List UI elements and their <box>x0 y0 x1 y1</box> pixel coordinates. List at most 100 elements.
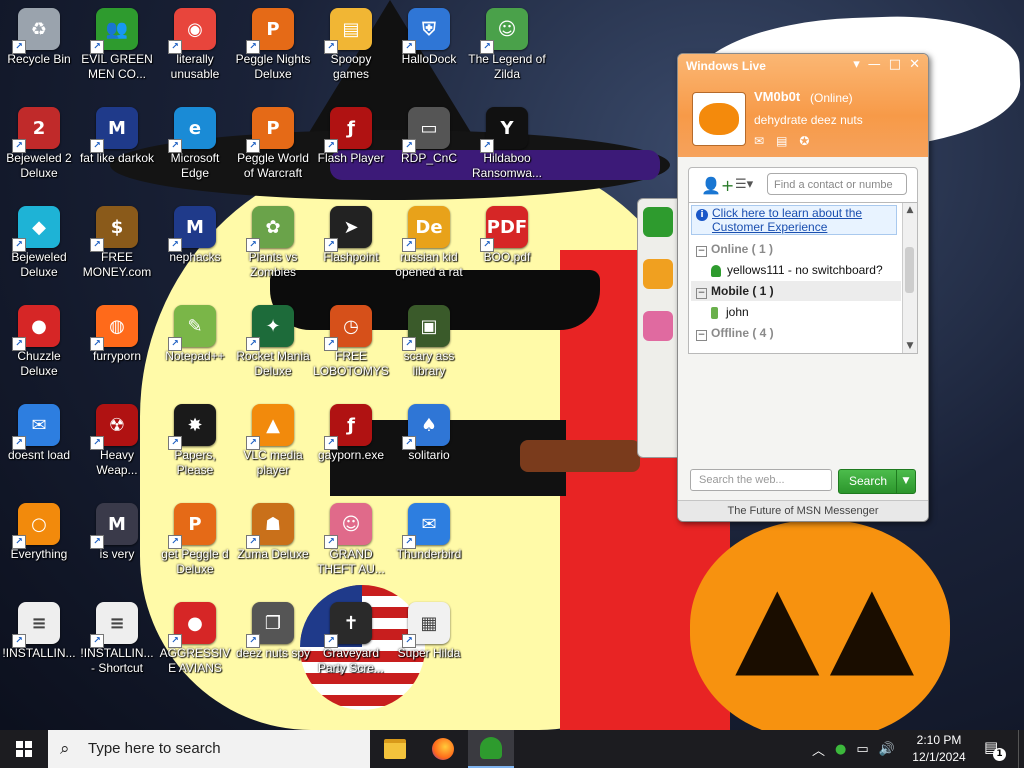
promo-link-text[interactable]: Click here to learn about the Customer E… <box>712 206 862 234</box>
desktop-icon[interactable]: ✸ ↗ Papers, Please <box>156 398 234 478</box>
desktop-icon[interactable]: De ↗ russian kid opened a rat <box>390 200 468 280</box>
desktop-icon[interactable]: P ↗ get Peggle d Deluxe <box>156 497 234 577</box>
desktop-icon[interactable]: ♻ ↗ Recycle Bin <box>0 2 78 67</box>
gifts-tab-icon[interactable] <box>643 311 673 341</box>
zuma-icon: ☗ ↗ <box>246 503 294 549</box>
desktop-icon[interactable]: ▦ ↗ Super Hilda <box>390 596 468 661</box>
taskbar-file-explorer[interactable] <box>372 730 418 768</box>
scroll-down-icon[interactable]: ▼ <box>903 339 917 353</box>
desktop-icon[interactable]: P ↗ Peggle World of Warcraft <box>234 101 312 181</box>
minimize-button[interactable]: — <box>868 57 881 72</box>
desktop-icon[interactable]: ▣ ↗ scary ass library <box>390 299 468 379</box>
contact-item[interactable]: yellows111 - no switchboard? <box>711 260 883 280</box>
clock[interactable]: 2:10 PM 12/1/2024 <box>902 732 976 766</box>
list-options-icon[interactable]: ☰▾ <box>735 177 753 192</box>
collapse-icon[interactable]: − <box>696 330 707 341</box>
find-contact-input[interactable]: Find a contact or numbe <box>767 173 907 195</box>
desktop-icon[interactable]: M ↗ nephacks <box>156 200 234 265</box>
chevron-up-icon[interactable]: ︿ <box>812 740 825 759</box>
desktop-icon-label: FREE MONEY.com <box>82 250 152 279</box>
desktop-icon[interactable]: ▭ ↗ RDP_CnC <box>390 101 468 166</box>
desktop-icon[interactable]: ⛨ ↗ HalloDock <box>390 2 468 67</box>
msn-buddy-icon: 👥 ↗ <box>90 8 138 54</box>
window-stack-icon: ❐ ↗ <box>246 602 294 648</box>
group-offline[interactable]: − Offline ( 4 ) <box>691 323 901 343</box>
desktop-icon[interactable]: M ↗ is very <box>78 497 156 562</box>
desktop-icon[interactable]: ❐ ↗ deez nuts spy <box>234 596 312 661</box>
clock-icon: ◷ ↗ <box>324 305 372 351</box>
customer-experience-link[interactable]: i Click here to learn about the Customer… <box>691 205 897 235</box>
personal-message[interactable]: dehydrate deez nuts <box>754 113 863 127</box>
desktop-icon[interactable]: 👥 ↗ EVIL GREEN MEN CO... <box>78 2 156 82</box>
collapse-icon[interactable]: − <box>696 246 707 257</box>
desktop-icon[interactable]: PDF ↗ BOO.pdf <box>468 200 546 265</box>
desktop-icon[interactable]: ☺ ↗ The Legend of Zilda <box>468 2 546 82</box>
desktop-icon[interactable]: ◉ ↗ literally unusable <box>156 2 234 82</box>
desktop-icon[interactable]: P ↗ Peggle Nights Deluxe <box>234 2 312 82</box>
show-desktop-button[interactable] <box>1018 730 1024 768</box>
user-display-name[interactable]: VM0b0t <box>754 89 800 104</box>
desktop-icon[interactable]: ▤ ↗ Spoopy games <box>312 2 390 82</box>
avatar[interactable] <box>692 92 746 146</box>
web-search-input[interactable]: Search the web... <box>690 469 832 491</box>
desktop-icon[interactable]: ♠ ↗ solitario <box>390 398 468 463</box>
desktop-icon[interactable]: ✦ ↗ Rocket Mania Deluxe <box>234 299 312 379</box>
desktop-icon[interactable]: Y ↗ Hildaboo Ransomwa... <box>468 101 546 181</box>
desktop-icon[interactable]: ◆ ↗ Bejeweled Deluxe <box>0 200 78 280</box>
desktop-icon[interactable]: ◍ ↗ furryporn <box>78 299 156 364</box>
menu-dropdown-icon[interactable]: ▾ <box>853 57 860 72</box>
desktop-icon[interactable]: ☺ ↗ GRAND THEFT AU... <box>312 497 390 577</box>
desktop-icon[interactable]: ☗ ↗ Zuma Deluxe <box>234 497 312 562</box>
taskbar-search-box[interactable]: ⌕ Type here to search <box>48 730 370 768</box>
add-contact-icon[interactable]: 👤+ <box>701 176 734 195</box>
msn-tray-icon[interactable]: ● <box>835 742 846 757</box>
start-button[interactable] <box>0 730 48 768</box>
desktop-icon[interactable]: ✉ ↗ Thunderbird <box>390 497 468 562</box>
xbox-icon[interactable]: ✪ <box>799 134 809 148</box>
desktop-icon[interactable]: ● ↗ AGGRESSIVE AVIANS <box>156 596 234 676</box>
messenger-footer[interactable]: The Future of MSN Messenger <box>678 500 928 521</box>
desktop-icon[interactable]: $ ↗ FREE MONEY.com <box>78 200 156 280</box>
desktop-icon[interactable]: ƒ ↗ gayporn.exe <box>312 398 390 463</box>
desktop-icon[interactable]: ✉ ↗ doesnt load <box>0 398 78 463</box>
desktop-icon[interactable]: ✿ ↗ Plants vs Zombies <box>234 200 312 280</box>
taskbar-messenger[interactable] <box>468 730 514 768</box>
alerts-bell-icon[interactable] <box>643 259 673 289</box>
close-button[interactable]: ✕ <box>909 57 920 72</box>
search-button[interactable]: Search <box>838 469 898 494</box>
desktop-icon[interactable]: ≡ ↗ !INSTALLIN... <box>0 596 78 661</box>
contacts-tab-icon[interactable] <box>643 207 673 237</box>
desktop-icon[interactable]: ƒ ↗ Flash Player <box>312 101 390 166</box>
desktop-icon[interactable]: ● ↗ Chuzzle Deluxe <box>0 299 78 379</box>
search-ring-icon: ○ ↗ <box>12 503 60 549</box>
taskbar-firefox[interactable] <box>420 730 466 768</box>
desktop-icon[interactable]: ✝ ↗ Graveyard Party Scre... <box>312 596 390 676</box>
desktop-icon[interactable]: ◷ ↗ FREE LOBOTOMYS <box>312 299 390 379</box>
desktop-icon[interactable]: ▲ ↗ VLC media player <box>234 398 312 478</box>
mail-icon[interactable]: ✉ <box>754 134 764 148</box>
collapse-icon[interactable]: − <box>696 288 707 299</box>
desktop-icon[interactable]: ☢ ↗ Heavy Weap... <box>78 398 156 478</box>
maximize-button[interactable]: □ <box>889 57 901 72</box>
volume-icon[interactable]: 🔊 <box>879 742 895 757</box>
folder-icon[interactable]: ▤ <box>776 134 787 148</box>
desktop-icon[interactable]: ➤ ↗ Flashpoint <box>312 200 390 265</box>
contact-item[interactable]: john <box>711 302 749 322</box>
scroll-up-icon[interactable]: ▲ <box>903 203 917 217</box>
search-options-dropdown[interactable]: ▼ <box>896 469 916 494</box>
desktop-icon[interactable]: ≡ ↗ !INSTALLIN... - Shortcut <box>78 596 156 676</box>
desktop-icon-label: deez nuts spy <box>235 646 311 660</box>
desktop-icon[interactable]: ✎ ↗ Notepad++ <box>156 299 234 364</box>
desktop-icon[interactable]: ○ ↗ Everything <box>0 497 78 562</box>
status-selector[interactable]: (Online) <box>810 91 853 105</box>
scroll-thumb[interactable] <box>905 247 914 293</box>
bejeweled2-icon: 2 ↗ <box>12 107 60 153</box>
group-online[interactable]: − Online ( 1 ) <box>691 239 901 259</box>
desktop-icon[interactable]: 2 ↗ Bejeweled 2 Deluxe <box>0 101 78 181</box>
desktop-icon[interactable]: M ↗ fat like darkok <box>78 101 156 166</box>
group-mobile[interactable]: − Mobile ( 1 ) <box>691 281 901 301</box>
contact-list-scrollbar[interactable]: ▲ ▼ <box>902 203 917 353</box>
network-icon[interactable]: ▭ <box>856 742 868 757</box>
shortcut-arrow-icon: ↗ <box>246 535 260 549</box>
desktop-icon[interactable]: e ↗ Microsoft Edge <box>156 101 234 181</box>
